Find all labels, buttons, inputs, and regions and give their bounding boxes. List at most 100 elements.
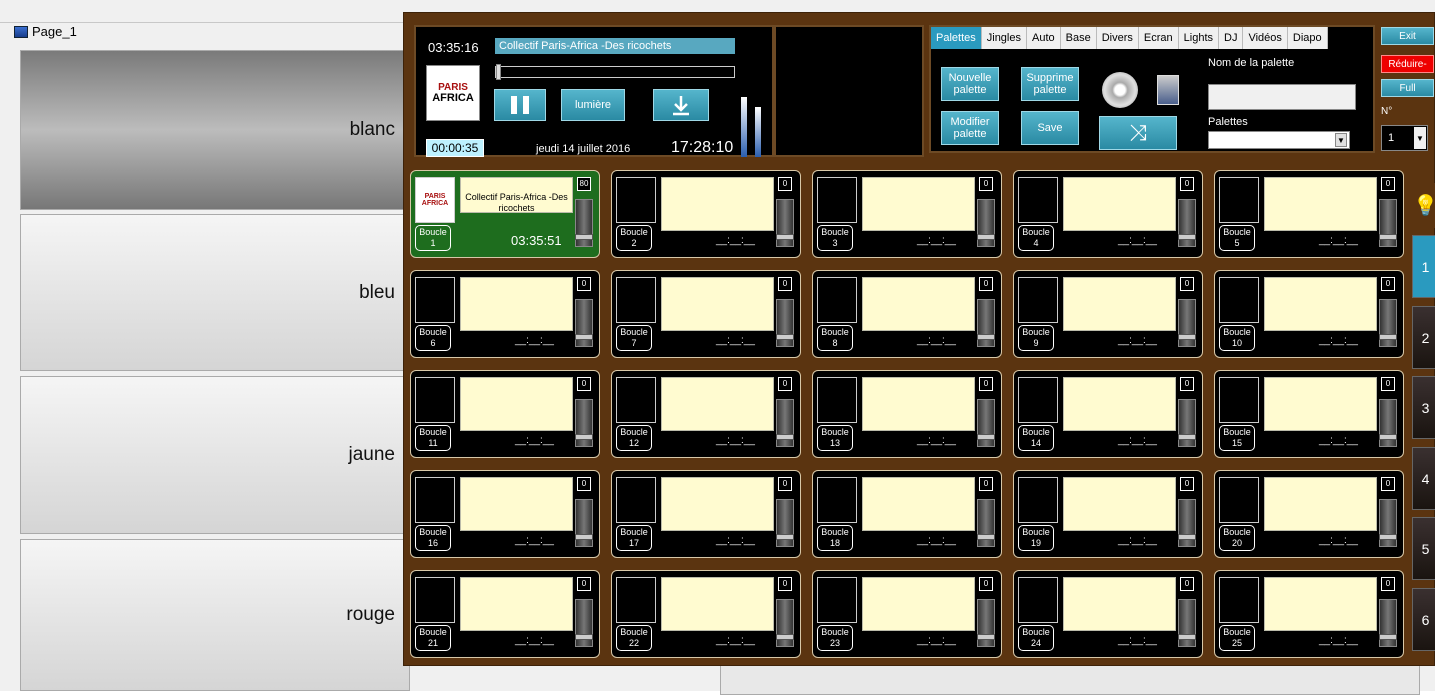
slot-label[interactable]: Boucle 13 <box>817 425 853 451</box>
tab-diapo[interactable]: Diapo <box>1287 27 1328 49</box>
loop-slot[interactable]: 0 Boucle 21 __:__:__ <box>410 570 600 658</box>
loop-slot[interactable]: 0 Boucle 10 __:__:__ <box>1214 270 1404 358</box>
slot-fader[interactable] <box>1178 499 1196 547</box>
slot-label[interactable]: Boucle 6 <box>415 325 451 351</box>
slot-fader[interactable] <box>1178 299 1196 347</box>
chevron-down-icon[interactable]: ▼ <box>1414 127 1426 149</box>
slot-fader[interactable] <box>1379 499 1397 547</box>
slot-label[interactable]: Boucle 20 <box>1219 525 1255 551</box>
page-button-1[interactable]: 1 <box>1412 235 1435 298</box>
camera-icon[interactable] <box>1157 75 1179 105</box>
page-button-4[interactable]: 4 <box>1412 447 1435 510</box>
fader-knob[interactable] <box>776 234 794 240</box>
cd-icon[interactable] <box>1102 72 1138 108</box>
loop-slot[interactable]: 0 Boucle 8 __:__:__ <box>812 270 1002 358</box>
slot-label[interactable]: Boucle 11 <box>415 425 451 451</box>
slot-label[interactable]: Boucle 9 <box>1018 325 1054 351</box>
palette-name-input[interactable] <box>1208 84 1356 110</box>
slot-fader[interactable] <box>575 599 593 647</box>
lumiere-button[interactable]: lumière <box>561 89 625 121</box>
slot-fader[interactable] <box>776 499 794 547</box>
fader-knob[interactable] <box>977 634 995 640</box>
tab-palettes[interactable]: Palettes <box>931 27 982 49</box>
loop-slot[interactable]: 0 Boucle 16 __:__:__ <box>410 470 600 558</box>
shuffle-button[interactable]: ⤨ <box>1099 116 1177 150</box>
slot-fader[interactable] <box>977 299 995 347</box>
loop-slot[interactable]: 0 Boucle 14 __:__:__ <box>1013 370 1203 458</box>
loop-slot[interactable]: 0 Boucle 12 __:__:__ <box>611 370 801 458</box>
slot-label[interactable]: Boucle 10 <box>1219 325 1255 351</box>
loop-slot[interactable]: 0 Boucle 22 __:__:__ <box>611 570 801 658</box>
fader-knob[interactable] <box>1379 634 1397 640</box>
loop-slot[interactable]: 0 Boucle 9 __:__:__ <box>1013 270 1203 358</box>
fader-knob[interactable] <box>1178 534 1196 540</box>
color-button-bleu[interactable]: bleu <box>20 214 410 371</box>
page-button-3[interactable]: 3 <box>1412 376 1435 439</box>
chevron-down-icon[interactable]: ▼ <box>1335 133 1347 147</box>
slot-fader[interactable] <box>1379 299 1397 347</box>
loop-slot[interactable]: 0 Boucle 20 __:__:__ <box>1214 470 1404 558</box>
loop-slot[interactable]: 0 Boucle 4 __:__:__ <box>1013 170 1203 258</box>
slot-label[interactable]: Boucle 14 <box>1018 425 1054 451</box>
fullscreen-button[interactable]: Full <box>1381 79 1434 97</box>
slot-label[interactable]: Boucle 25 <box>1219 625 1255 651</box>
slot-fader[interactable] <box>575 399 593 447</box>
slot-fader[interactable] <box>1379 399 1397 447</box>
loop-slot[interactable]: 0 Boucle 15 __:__:__ <box>1214 370 1404 458</box>
slot-label[interactable]: Boucle 18 <box>817 525 853 551</box>
fader-knob[interactable] <box>575 434 593 440</box>
slot-fader[interactable] <box>1178 199 1196 247</box>
slot-fader[interactable] <box>977 399 995 447</box>
fader-knob[interactable] <box>575 334 593 340</box>
slot-fader[interactable] <box>977 199 995 247</box>
tab-auto[interactable]: Auto <box>1027 27 1061 49</box>
fader-knob[interactable] <box>1178 334 1196 340</box>
loop-slot[interactable]: 0 Boucle 11 __:__:__ <box>410 370 600 458</box>
progress-track[interactable] <box>495 64 735 80</box>
slot-fader[interactable] <box>776 299 794 347</box>
loop-slot[interactable]: 0 Boucle 7 __:__:__ <box>611 270 801 358</box>
slot-fader[interactable] <box>776 599 794 647</box>
loop-slot[interactable]: 0 Boucle 24 __:__:__ <box>1013 570 1203 658</box>
color-button-blanc[interactable]: blanc <box>20 50 410 210</box>
slot-fader[interactable] <box>1379 199 1397 247</box>
color-button-rouge[interactable]: rouge <box>20 539 410 691</box>
slot-fader[interactable] <box>575 199 593 247</box>
fader-knob[interactable] <box>1178 634 1196 640</box>
slot-label[interactable]: Boucle 3 <box>817 225 853 251</box>
slot-label[interactable]: Boucle 4 <box>1018 225 1054 251</box>
slot-fader[interactable] <box>776 399 794 447</box>
loop-slot[interactable]: 0 Boucle 25 __:__:__ <box>1214 570 1404 658</box>
fader-knob[interactable] <box>977 534 995 540</box>
loop-slot[interactable]: 0 Boucle 6 __:__:__ <box>410 270 600 358</box>
tab-base[interactable]: Base <box>1060 27 1097 49</box>
modify-palette-button[interactable]: Modifier palette <box>941 111 999 145</box>
save-button[interactable]: Save <box>1021 111 1079 145</box>
slot-label[interactable]: Boucle 8 <box>817 325 853 351</box>
fader-knob[interactable] <box>1379 334 1397 340</box>
loop-slot[interactable]: 0 Boucle 23 __:__:__ <box>812 570 1002 658</box>
loop-slot[interactable]: 0 Boucle 19 __:__:__ <box>1013 470 1203 558</box>
slot-label[interactable]: Boucle 12 <box>616 425 652 451</box>
slot-label[interactable]: Boucle 5 <box>1219 225 1255 251</box>
slot-fader[interactable] <box>1379 599 1397 647</box>
loop-slot[interactable]: 0 Boucle 2 __:__:__ <box>611 170 801 258</box>
slot-label[interactable]: Boucle 21 <box>415 625 451 651</box>
fader-knob[interactable] <box>1379 234 1397 240</box>
slot-fader[interactable] <box>575 499 593 547</box>
fader-knob[interactable] <box>575 534 593 540</box>
slot-label[interactable]: Boucle 1 <box>415 225 451 251</box>
exit-button[interactable]: Exit <box>1381 27 1434 45</box>
fader-knob[interactable] <box>776 634 794 640</box>
fader-knob[interactable] <box>1379 534 1397 540</box>
fader-knob[interactable] <box>1379 434 1397 440</box>
loop-slot[interactable]: PARIS AFRICA Collectif Paris-Africa -Des r… <box>410 170 600 258</box>
slot-fader[interactable] <box>1178 599 1196 647</box>
tab-divers[interactable]: Divers <box>1096 27 1139 49</box>
fader-knob[interactable] <box>776 334 794 340</box>
slot-label[interactable]: Boucle 22 <box>616 625 652 651</box>
tab-dj[interactable]: DJ <box>1219 27 1244 49</box>
lightbulb-icon[interactable]: 💡 <box>1412 183 1435 228</box>
fader-knob[interactable] <box>1178 434 1196 440</box>
number-select[interactable]: 1 ▼ <box>1381 125 1428 151</box>
